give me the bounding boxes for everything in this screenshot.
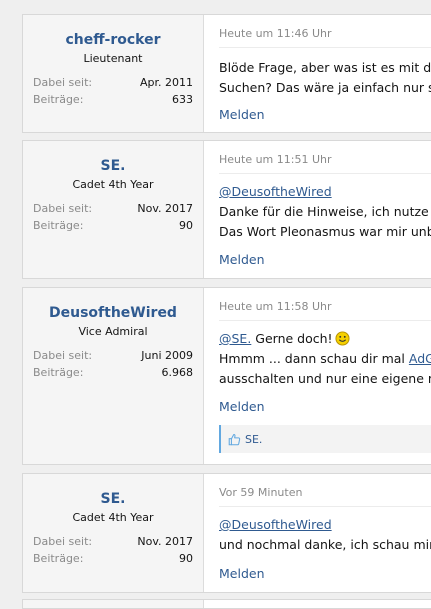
mention-link[interactable]: @SE.: [219, 331, 251, 346]
post-content: [204, 600, 431, 608]
joined-value: Juni 2009: [141, 349, 193, 362]
date-divider: [219, 506, 431, 507]
user-title: Cadet 4th Year: [72, 511, 154, 524]
user-title: Lieutenant: [83, 52, 143, 65]
thumbs-up-icon: [228, 433, 241, 445]
posts-count-label: Beiträge:: [33, 366, 84, 379]
date-divider: [219, 320, 431, 321]
joined-value: Nov. 2017: [137, 202, 193, 215]
mention-line: @DeusoftheWired: [219, 182, 332, 202]
report-link[interactable]: Melden: [219, 107, 265, 122]
inline-link[interactable]: AdG: [409, 351, 431, 366]
posts-count-label: Beiträge:: [33, 552, 84, 565]
post-content: Heute um 11:58 Uhr @SE. Gerne doch! Hmmm…: [204, 288, 431, 464]
user-stats: Dabei seit: Juni 2009 Beiträge: 6.968: [33, 347, 193, 381]
post-1: cheff-rocker Lieutenant Dabei seit: Apr. …: [22, 14, 431, 133]
posts-count-value: 633: [172, 93, 193, 106]
date-divider: [219, 47, 431, 48]
posts-count-label: Beiträge:: [33, 93, 84, 106]
posts-count-value: 6.968: [161, 366, 194, 379]
user-title: Vice Admiral: [78, 325, 148, 338]
mention-line: @DeusoftheWired: [219, 515, 332, 535]
post-text-line: Danke für die Hinweise, ich nutze i: [219, 204, 431, 219]
post-4: SE. Cadet 4th Year Dabei seit: Nov. 2017 …: [22, 473, 431, 593]
post-5-edge: [22, 599, 431, 609]
post-date[interactable]: Vor 59 Minuten: [219, 486, 302, 499]
mention-link[interactable]: @DeusoftheWired: [219, 517, 332, 532]
post-content: Vor 59 Minuten @DeusoftheWired und nochm…: [204, 474, 431, 592]
joined-value: Apr. 2011: [139, 76, 193, 89]
user-stats: Dabei seit: Apr. 2011 Beiträge: 633: [33, 74, 193, 108]
post-2: SE. Cadet 4th Year Dabei seit: Nov. 2017 …: [22, 140, 431, 279]
username-link[interactable]: SE.: [23, 158, 203, 175]
user-panel: DeusoftheWired Vice Admiral Dabei seit: J…: [23, 288, 204, 464]
posts-count-value: 90: [179, 552, 193, 565]
report-link[interactable]: Melden: [219, 399, 265, 414]
joined-label: Dabei seit:: [33, 202, 93, 215]
joined-label: Dabei seit:: [33, 535, 93, 548]
post-text-line: Das Wort Pleonasmus war mir unb: [219, 224, 431, 239]
user-stats: Dabei seit: Nov. 2017 Beiträge: 90: [33, 200, 193, 234]
joined-label: Dabei seit:: [33, 76, 93, 89]
post-date[interactable]: Heute um 11:51 Uhr: [219, 153, 332, 166]
post-date[interactable]: Heute um 11:46 Uhr: [219, 27, 332, 40]
report-link[interactable]: Melden: [219, 252, 265, 267]
user-panel: [23, 600, 204, 608]
reaction-user[interactable]: SE.: [245, 433, 262, 446]
user-panel: cheff-rocker Lieutenant Dabei seit: Apr. …: [23, 15, 204, 132]
post-text-segment: Hmmm ... dann schau dir mal: [219, 351, 409, 366]
post-text-line: Suchen? Das wäre ja einfach nur so: [219, 80, 431, 95]
mention-tail-text: Gerne doch!: [251, 331, 333, 346]
mention-link[interactable]: @DeusoftheWired: [219, 184, 332, 199]
user-stats: Dabei seit: Nov. 2017 Beiträge: 90: [33, 533, 193, 567]
post-text-line: Blöde Frage, aber was ist es mit de: [219, 60, 431, 75]
username-link[interactable]: DeusoftheWired: [23, 305, 203, 322]
user-title: Cadet 4th Year: [72, 178, 154, 191]
posts-count-label: Beiträge:: [33, 219, 84, 232]
post-text-line: und nochmal danke, ich schau mir: [219, 537, 431, 552]
post-content: Heute um 11:46 Uhr Blöde Frage, aber was…: [204, 15, 431, 132]
report-link[interactable]: Melden: [219, 566, 265, 581]
reaction-bar[interactable]: SE.: [219, 425, 431, 453]
joined-label: Dabei seit:: [33, 349, 93, 362]
username-link[interactable]: SE.: [23, 491, 203, 508]
post-content: Heute um 11:51 Uhr @DeusoftheWired Danke…: [204, 141, 431, 278]
date-divider: [219, 173, 431, 174]
username-link[interactable]: cheff-rocker: [23, 32, 203, 49]
post-3: DeusoftheWired Vice Admiral Dabei seit: J…: [22, 287, 431, 465]
post-text-line: ausschalten und nur eine eigene m: [219, 371, 431, 386]
user-panel: SE. Cadet 4th Year Dabei seit: Nov. 2017 …: [23, 474, 204, 592]
user-panel: SE. Cadet 4th Year Dabei seit: Nov. 2017 …: [23, 141, 204, 278]
joined-value: Nov. 2017: [137, 535, 193, 548]
posts-count-value: 90: [179, 219, 193, 232]
post-text-line: Hmmm ... dann schau dir mal AdG: [219, 349, 431, 369]
post-date[interactable]: Heute um 11:58 Uhr: [219, 300, 332, 313]
